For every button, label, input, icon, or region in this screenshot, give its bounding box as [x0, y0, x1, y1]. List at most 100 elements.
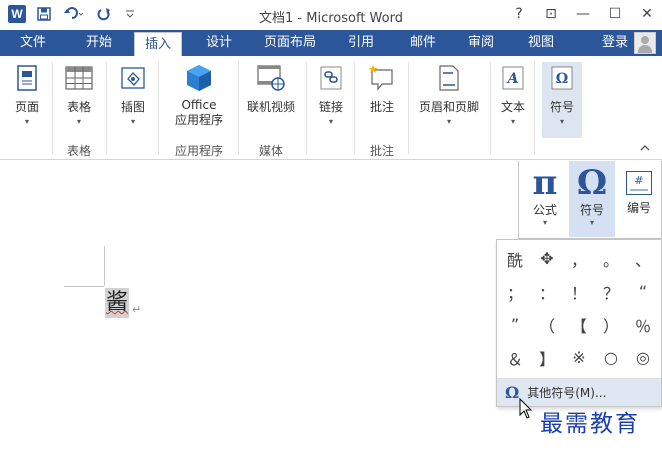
symbol-cell[interactable]: 【	[563, 308, 595, 341]
minimize-button[interactable]: —	[574, 4, 592, 24]
group-divider	[354, 62, 355, 154]
symbol-cell[interactable]: ”	[499, 308, 531, 341]
symbol-cell[interactable]: ○	[595, 341, 627, 374]
symbols-button[interactable]: Ω 符号 ▾	[542, 62, 582, 138]
symbol-cell[interactable]: ）	[595, 308, 627, 341]
illustrations-button[interactable]: 插图 ▾	[116, 62, 150, 138]
maximize-button[interactable]: ☐	[606, 4, 624, 24]
text-icon: A	[498, 62, 528, 94]
omega-icon: Ω	[576, 163, 608, 203]
ribbon-tabs: 文件 开始 插入 设计 页面布局 引用 邮件 审阅 视图 登录	[0, 30, 662, 57]
tab-page-layout[interactable]: 页面布局	[254, 30, 326, 56]
symbol-cell[interactable]: ＆	[499, 341, 531, 374]
group-divider	[52, 62, 53, 154]
symbol-cell[interactable]: ※	[563, 341, 595, 374]
online-video-label: 联机视频	[246, 100, 295, 114]
links-button[interactable]: 链接 ▾	[314, 62, 348, 138]
symbol-cell[interactable]: ？	[595, 275, 627, 308]
symbol-grid: 酰 ✥ ， 。 、 ； ： ！ ？ “ ” （ 【 ） ％ ＆ 】 ※ ○ ◎	[499, 242, 659, 374]
header-footer-button[interactable]: 页眉和页脚 ▾	[414, 62, 484, 138]
symbol-label: 符号	[579, 203, 604, 217]
text-button[interactable]: A 文本 ▾	[496, 62, 530, 138]
group-divider	[106, 62, 107, 154]
symbol-cell[interactable]: ！	[563, 275, 595, 308]
group-divider	[306, 62, 307, 154]
pages-button[interactable]: 页面 ▾	[10, 62, 44, 138]
group-label-comments: 批注	[369, 144, 394, 158]
mouse-pointer-icon	[519, 397, 533, 423]
tab-insert[interactable]: 插入	[134, 32, 183, 57]
text-label: 文本	[500, 100, 525, 114]
office-apps-button[interactable]: Office 应用程序	[164, 62, 234, 138]
symbol-cell[interactable]: ％	[627, 308, 659, 341]
comment-button[interactable]: 批注	[362, 62, 402, 138]
word-app-icon[interactable]: W	[8, 5, 26, 23]
chevron-down-icon: ▾	[24, 117, 29, 126]
chevron-down-icon: ▾	[328, 117, 333, 126]
numbering-label: 编号	[626, 201, 651, 215]
chevron-down-icon: ▾	[446, 117, 451, 126]
tab-view[interactable]: 视图	[518, 30, 564, 56]
margin-guide	[64, 286, 104, 287]
symbol-cell[interactable]: “	[627, 275, 659, 308]
paragraph-mark: ↵	[132, 303, 142, 316]
numbering-button[interactable]: # 编号	[616, 161, 662, 237]
table-label: 表格	[66, 100, 91, 114]
equation-button[interactable]: π 公式 ▾	[522, 161, 568, 237]
close-button[interactable]: ✕	[638, 4, 656, 24]
chevron-down-icon: ▾	[510, 117, 515, 126]
pages-label: 页面	[14, 100, 39, 114]
help-button[interactable]: ?	[510, 4, 528, 24]
tab-file[interactable]: 文件	[10, 30, 57, 56]
equation-label: 公式	[532, 203, 557, 217]
undo-icon[interactable]	[62, 6, 86, 22]
symbol-cell[interactable]: （	[531, 308, 563, 341]
symbol-button[interactable]: Ω 符号 ▾	[569, 161, 615, 237]
chevron-down-icon: ▾	[130, 117, 135, 126]
ribbon-insert: 页面 ▾ 表格 ▾ 表格 插图 ▾ Office 应用程序 应用程序 联机视频 …	[0, 56, 662, 160]
office-apps-icon	[184, 62, 214, 94]
svg-text:A: A	[506, 71, 519, 87]
group-divider	[490, 62, 491, 154]
collapse-ribbon-icon[interactable]	[640, 142, 650, 155]
symbol-cell[interactable]: ，	[563, 242, 595, 275]
tab-home[interactable]: 开始	[76, 30, 122, 56]
group-label-tables: 表格	[66, 144, 91, 158]
symbol-cell[interactable]: ；	[499, 275, 531, 308]
chevron-down-icon: ▾	[542, 218, 547, 227]
tab-mailings[interactable]: 邮件	[400, 30, 446, 56]
symbol-icon: Ω	[547, 62, 577, 94]
symbols-label: 符号	[549, 100, 574, 114]
symbol-gallery: 酰 ✥ ， 。 、 ； ： ！ ？ “ ” （ 【 ） ％ ＆ 】 ※ ○ ◎ …	[496, 239, 662, 407]
symbol-cell[interactable]: ✥	[531, 242, 563, 275]
page-icon	[12, 62, 42, 94]
table-button[interactable]: 表格 ▾	[62, 62, 96, 138]
online-video-button[interactable]: 联机视频	[242, 62, 300, 138]
avatar[interactable]	[634, 32, 656, 54]
table-icon	[64, 62, 94, 94]
symbol-cell[interactable]: 酰	[499, 242, 531, 275]
omega-icon: Ω	[505, 383, 520, 402]
ribbon-display-options-button[interactable]: ⊡	[542, 4, 560, 24]
comment-icon	[367, 62, 397, 94]
sign-in-link[interactable]: 登录	[602, 30, 628, 56]
symbol-cell[interactable]: 、	[627, 242, 659, 275]
illustrations-label: 插图	[120, 100, 145, 114]
pi-icon: π	[532, 163, 558, 203]
redo-icon[interactable]	[96, 6, 112, 22]
header-footer-label: 页眉和页脚	[418, 100, 479, 114]
chevron-down-icon: ▾	[589, 218, 594, 227]
tab-review[interactable]: 审阅	[458, 30, 504, 56]
group-label-apps: 应用程序	[174, 144, 223, 158]
symbol-cell[interactable]: ◎	[627, 341, 659, 374]
tab-design[interactable]: 设计	[196, 30, 242, 56]
group-divider	[534, 62, 535, 154]
quick-access-toolbar: W	[8, 5, 138, 23]
customize-qat-icon[interactable]	[122, 6, 138, 22]
symbol-cell[interactable]: 。	[595, 242, 627, 275]
save-icon[interactable]	[36, 6, 52, 22]
selected-character[interactable]: 酱	[105, 288, 130, 318]
tab-references[interactable]: 引用	[338, 30, 384, 56]
symbol-cell[interactable]: 】	[531, 341, 563, 374]
symbol-cell[interactable]: ：	[531, 275, 563, 308]
